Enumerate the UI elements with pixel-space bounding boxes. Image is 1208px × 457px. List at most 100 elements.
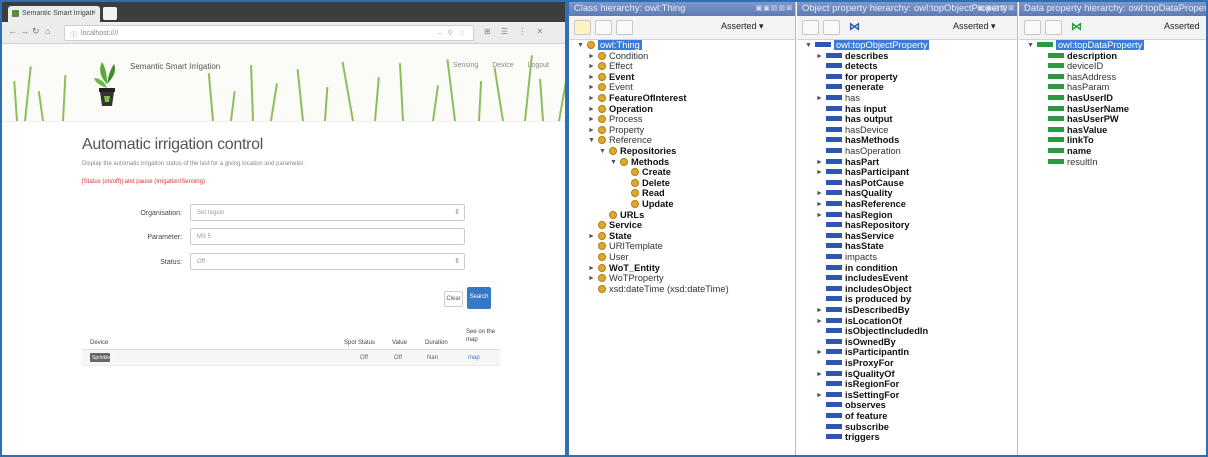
tree-node[interactable]: ► WoTProperty [588, 273, 664, 284]
tree-node[interactable]: Update [631, 199, 674, 210]
back-icon[interactable]: ← [8, 26, 17, 36]
tree-node[interactable]: of feature [826, 411, 887, 422]
tree-node[interactable]: URITemplate [598, 241, 663, 252]
tree-node[interactable]: triggers [826, 432, 880, 443]
tree-node[interactable]: includesObject [826, 284, 912, 295]
expand-down-icon[interactable]: ▼ [610, 157, 617, 168]
nav-link-logout[interactable]: Logout [528, 62, 549, 69]
tree-node[interactable]: includesEvent [826, 273, 908, 284]
map-link[interactable]: map [468, 355, 480, 361]
expand-right-icon[interactable]: ► [816, 51, 823, 62]
tree-node[interactable]: hasUserName [1048, 104, 1129, 115]
tree-node[interactable]: hasMethods [826, 135, 899, 146]
forward-icon[interactable]: → [20, 26, 29, 36]
tree-node[interactable]: ► has [816, 93, 860, 104]
tree-node[interactable]: ▼ Repositories [599, 146, 676, 157]
tree-node[interactable]: resultIn [1048, 157, 1098, 168]
add-sibling-property-icon[interactable] [1045, 20, 1062, 35]
expand-right-icon[interactable]: ► [588, 104, 595, 115]
tree-node[interactable]: ► hasQuality [816, 188, 893, 199]
tree-node[interactable]: in condition [826, 263, 898, 274]
tree-node[interactable]: detects [826, 61, 878, 72]
tree-node[interactable]: observes [826, 400, 886, 411]
nav-link-sensing[interactable]: Sensing [453, 62, 478, 69]
expand-right-icon[interactable]: ► [816, 210, 823, 221]
new-tab-button[interactable] [103, 7, 117, 20]
expand-right-icon[interactable]: ► [816, 369, 823, 380]
tree-node[interactable]: Create [631, 167, 671, 178]
tree-node[interactable]: has output [826, 114, 893, 125]
tree-node[interactable]: ► isParticipantIn [816, 347, 909, 358]
expand-right-icon[interactable]: ► [816, 157, 823, 168]
tree-node[interactable]: name [1048, 146, 1091, 157]
tree-node[interactable]: ► isDescribedBy [816, 305, 910, 316]
tree-node[interactable]: hasUserPW [1048, 114, 1119, 125]
clear-button[interactable]: Clear [444, 291, 463, 307]
tree-node[interactable]: for property [826, 72, 898, 83]
reload-icon[interactable]: ↻ [32, 26, 40, 37]
expand-down-icon[interactable]: ▼ [805, 40, 812, 51]
tree-node[interactable]: isProxyFor [826, 358, 894, 369]
expand-right-icon[interactable]: ► [816, 199, 823, 210]
tree-node[interactable]: Service [598, 220, 642, 231]
asserted-dropdown[interactable]: Asserted ▾ [953, 21, 996, 32]
add-subproperty-icon[interactable] [802, 20, 819, 35]
browser-menu-icons[interactable]: ⊞ ☰ ⋮ ✕ [484, 27, 547, 36]
expand-right-icon[interactable]: ► [588, 114, 595, 125]
tree-node[interactable]: ► FeatureOfInterest [588, 93, 687, 104]
expand-down-icon[interactable]: ▼ [577, 40, 584, 51]
tree-node[interactable]: description [1048, 51, 1117, 62]
tree-node[interactable]: Read [631, 188, 665, 199]
expand-right-icon[interactable]: ► [588, 93, 595, 104]
expand-down-icon[interactable]: ▼ [599, 146, 606, 157]
tree-node[interactable]: ► Property [588, 125, 644, 136]
tree-node[interactable]: ► Event [588, 82, 633, 93]
tree-node[interactable]: deviceID [1048, 61, 1103, 72]
add-sibling-icon[interactable] [595, 20, 612, 35]
tree-node[interactable]: ▼ owl:topDataProperty [1027, 40, 1145, 51]
tree-node[interactable]: ► WoT_Entity [588, 263, 660, 274]
tree-node[interactable]: has input [826, 104, 886, 115]
add-subclass-icon[interactable] [574, 20, 591, 35]
tree-node[interactable]: ► Effect [588, 61, 633, 72]
tree-node[interactable]: hasPotCause [826, 178, 904, 189]
tree-node[interactable]: isRegionFor [826, 379, 899, 390]
expand-right-icon[interactable]: ► [588, 61, 595, 72]
tree-node[interactable]: ► hasPart [816, 157, 879, 168]
close-icon[interactable]: × [91, 8, 96, 17]
add-subproperty-icon[interactable] [1024, 20, 1041, 35]
tree-node[interactable]: User [598, 252, 629, 263]
expand-right-icon[interactable]: ► [816, 390, 823, 401]
add-sibling-property-icon[interactable] [823, 20, 840, 35]
expand-right-icon[interactable]: ► [588, 72, 595, 83]
nav-link-device[interactable]: Device [492, 62, 513, 69]
tree-node[interactable]: hasUserID [1048, 93, 1113, 104]
address-actions[interactable]: – ⚲ ☆ [438, 29, 467, 37]
tree-node[interactable]: hasDevice [826, 125, 888, 136]
tree-node[interactable]: ► Process [588, 114, 643, 125]
address-bar[interactable]: ⓘ localhost://// – ⚲ ☆ [64, 25, 474, 41]
tree-node[interactable]: ► describes [816, 51, 888, 62]
expand-right-icon[interactable]: ► [588, 231, 595, 242]
tree-node[interactable]: ► isSettingFor [816, 390, 899, 401]
tree-node[interactable]: ► hasReference [816, 199, 906, 210]
expand-down-icon[interactable]: ▼ [1027, 40, 1034, 51]
tree-node[interactable]: ► isLocationOf [816, 316, 902, 327]
tree-node[interactable]: Delete [631, 178, 670, 189]
tree-node[interactable]: generate [826, 82, 884, 93]
tree-node[interactable]: hasState [826, 241, 884, 252]
parameter-input[interactable]: MS 5 [190, 228, 465, 245]
expand-right-icon[interactable]: ► [588, 51, 595, 62]
expand-right-icon[interactable]: ► [816, 167, 823, 178]
delete-property-icon[interactable]: ⋈ [849, 20, 866, 35]
tree-node[interactable]: is produced by [826, 294, 911, 305]
delete-class-icon[interactable] [616, 20, 633, 35]
tree-node[interactable]: ► State [588, 231, 632, 242]
tree-node[interactable]: isObjectIncludedIn [826, 326, 928, 337]
tree-node[interactable]: ► Event [588, 72, 634, 83]
tree-node[interactable]: hasValue [1048, 125, 1107, 136]
tree-node[interactable]: linkTo [1048, 135, 1094, 146]
expand-right-icon[interactable]: ► [816, 316, 823, 327]
tree-node[interactable]: ▼ owl:Thing [577, 40, 642, 51]
tree-node[interactable]: ► hasRegion [816, 210, 893, 221]
